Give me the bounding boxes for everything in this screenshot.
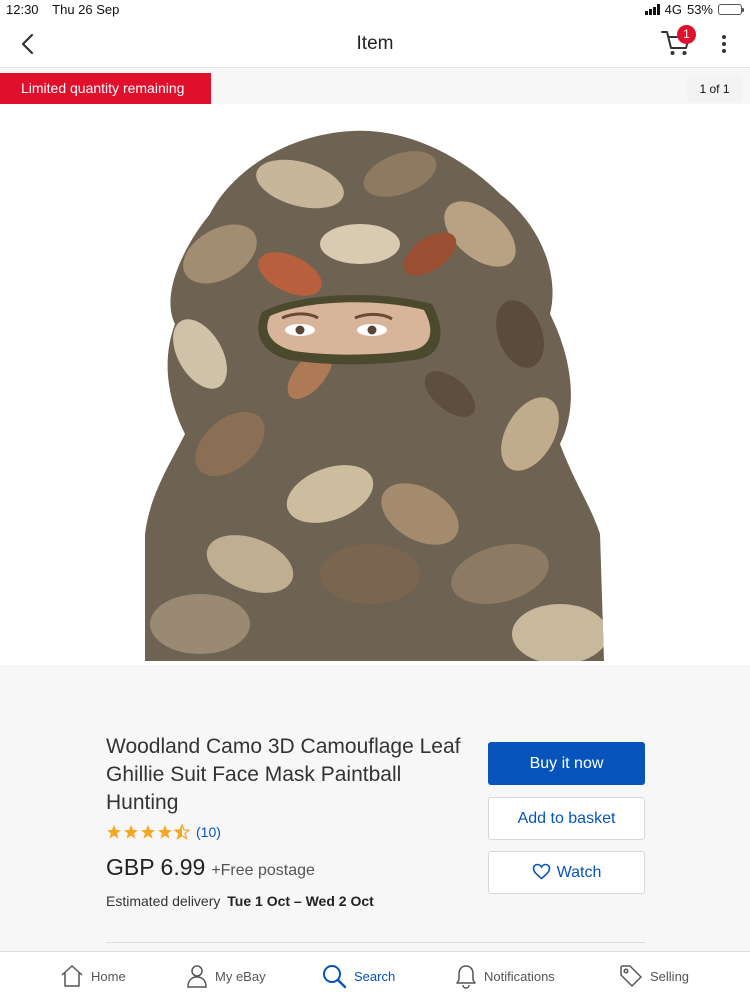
home-icon (61, 965, 83, 987)
tab-my-ebay-label: My eBay (215, 968, 266, 984)
status-date: Thu 26 Sep (52, 2, 120, 17)
battery-icon (718, 4, 744, 15)
tab-selling[interactable]: Selling (619, 964, 689, 988)
watch-label: Watch (556, 864, 602, 881)
status-time: 12:30 (6, 2, 39, 17)
delivery-label: Estimated delivery (106, 893, 221, 909)
watch-button[interactable]: Watch (488, 851, 645, 894)
add-to-basket-button[interactable]: Add to basket (488, 797, 645, 840)
status-network: 4G (664, 2, 682, 17)
price: GBP 6.99 (106, 854, 206, 880)
star-icon (158, 825, 172, 839)
signal-icon (644, 4, 660, 15)
tab-notifications[interactable]: Notifications (455, 964, 555, 989)
more-vertical-icon[interactable] (716, 33, 732, 55)
divider (106, 942, 645, 943)
tab-search[interactable]: Search (322, 964, 395, 989)
star-half-icon (174, 824, 190, 840)
tab-search-label: Search (354, 969, 396, 984)
search-icon (323, 965, 347, 989)
price-row: GBP 6.99 +Free postage (106, 854, 315, 881)
star-rating[interactable]: (10) (106, 824, 221, 840)
heart-icon (532, 863, 550, 880)
star-icon (124, 825, 138, 839)
product-title: Woodland Camo 3D Camouflage Leaf Ghillie… (106, 735, 461, 814)
status-bar: 12:30 Thu 26 Sep 4G 53% (0, 0, 750, 20)
tag-icon (620, 965, 642, 987)
delivery-dates: Tue 1 Oct – Wed 2 Oct (227, 893, 374, 909)
postage: +Free postage (211, 862, 315, 879)
limited-quantity-banner: Limited quantity remaining (0, 73, 211, 104)
status-battery: 53% (686, 2, 713, 17)
tab-home[interactable]: Home (60, 964, 126, 988)
product-image[interactable] (0, 104, 750, 665)
estimated-delivery: Estimated delivery Tue 1 Oct – Wed 2 Oct (106, 893, 374, 909)
person-icon (187, 965, 207, 988)
tab-selling-label: Selling (650, 968, 690, 984)
tab-home-label: Home (91, 968, 126, 984)
star-icon (141, 825, 155, 839)
camo-mask-image (145, 130, 604, 661)
star-icon (107, 825, 121, 839)
tab-notifications-label: Notifications (484, 969, 555, 984)
buy-it-now-button[interactable]: Buy it now (488, 742, 645, 785)
page-title: Item (356, 33, 394, 54)
tab-my-ebay[interactable]: My eBay (186, 964, 266, 988)
bottom-tab-bar: Home My eBay Search Notifications Sellin… (0, 951, 750, 1000)
app-header: Item 1 (0, 20, 750, 68)
cart-count-badge: 1 (677, 25, 696, 44)
bell-icon (456, 965, 476, 989)
rating-count-link[interactable]: (10) (196, 824, 221, 840)
image-counter: 1 of 1 (687, 76, 742, 102)
